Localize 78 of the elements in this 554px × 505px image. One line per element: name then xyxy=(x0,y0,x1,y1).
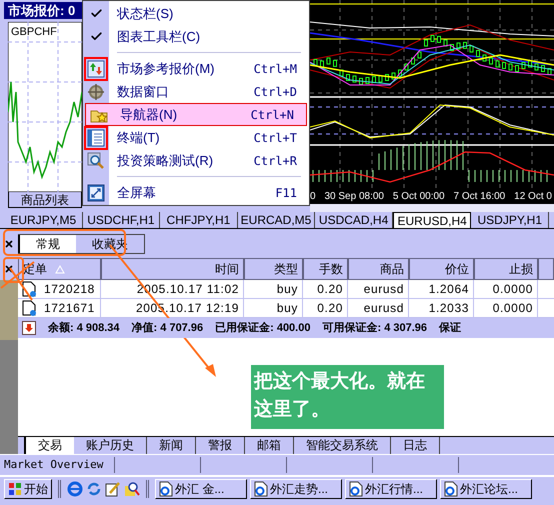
chart-tab[interactable]: USDCHF,H1 xyxy=(82,212,160,228)
close-icon[interactable] xyxy=(4,264,14,274)
menu-item[interactable]: 终端(T) Ctrl+T xyxy=(83,126,309,149)
tab[interactable]: 常规 xyxy=(18,234,76,252)
menu-item[interactable]: 投资策略测试(R) Ctrl+R xyxy=(83,149,309,172)
table-cell-text: 0.20 xyxy=(317,300,343,317)
up-down-arrows-icon xyxy=(87,60,105,78)
document-e-icon xyxy=(444,480,458,496)
tab[interactable]: 交易 xyxy=(24,437,74,454)
balance-summary: 可用保证金: 4 307.96 xyxy=(322,320,428,336)
document-e-icon xyxy=(349,480,363,496)
table-cell-text: 0.0000 xyxy=(492,300,533,317)
column-header[interactable]: 手数 xyxy=(303,258,348,280)
table-cell-text: 1.2033 xyxy=(428,300,469,317)
table-cell-text: 0.0000 xyxy=(492,281,533,298)
time-axis-label: 7 Oct 16:00 xyxy=(454,190,506,204)
balance-summary: 已用保证金: 400.00 xyxy=(215,320,310,336)
menu-item[interactable]: 全屏幕 F11 xyxy=(83,181,309,204)
browser-e-icon[interactable] xyxy=(67,480,83,496)
column-header[interactable]: 类型 xyxy=(244,258,303,280)
windows-flag-icon xyxy=(8,482,22,496)
list-window-icon xyxy=(87,128,105,146)
table-cell-text: 1720218 xyxy=(44,281,95,298)
close-icon[interactable] xyxy=(4,238,14,248)
checkmark-icon xyxy=(90,30,102,43)
menu-item[interactable]: 数据窗口 Ctrl+D xyxy=(83,80,309,103)
balance-summary: 余额: 4 908.34 xyxy=(48,320,120,336)
time-axis-label: 0 xyxy=(310,190,316,204)
balance-summary: 保证 xyxy=(439,320,462,336)
table-cell-text: buy xyxy=(276,281,298,298)
document-e-icon xyxy=(159,480,173,496)
panel-title: 市场报价: 0 xyxy=(4,2,82,19)
search-icon[interactable] xyxy=(124,480,140,496)
chart-tab[interactable]: EURUSD,H4 xyxy=(392,212,472,228)
menu-item[interactable]: 图表工具栏(C) xyxy=(83,25,309,48)
time-axis-label: 5 Oct 00:00 xyxy=(392,190,445,204)
time-axis-label: 12 Oct 0 xyxy=(514,190,552,204)
column-header[interactable] xyxy=(538,258,554,280)
down-arrow-icon xyxy=(22,321,36,335)
taskbar-button[interactable]: 外汇 金... xyxy=(155,478,247,498)
menu-item[interactable]: 市场参考报价(M) Ctrl+M xyxy=(83,57,309,80)
menu-item[interactable]: 状态栏(S) xyxy=(83,2,309,25)
balance-summary: 净值: 4 707.96 xyxy=(132,320,204,336)
table-cell-text: 1721671 xyxy=(44,300,95,317)
taskbar-button[interactable]: 外汇行情... xyxy=(345,478,437,498)
checkmark-icon xyxy=(90,7,102,20)
horizontal-scrollbar[interactable] xyxy=(310,204,554,212)
table-cell-text: buy xyxy=(276,300,298,317)
order-document-icon xyxy=(22,300,36,316)
side-bar-handle[interactable] xyxy=(0,280,18,340)
column-header[interactable]: 商品 xyxy=(348,258,409,280)
document-e-icon xyxy=(254,480,268,496)
taskbar-button[interactable]: 外汇论坛... xyxy=(440,478,532,498)
time-axis-label: 30 Sep 08:00 xyxy=(324,190,384,204)
chart-tab[interactable]: EURCAD,M5 xyxy=(238,212,316,228)
start-button[interactable]: 开始 xyxy=(4,478,52,498)
column-header[interactable]: 时间 xyxy=(101,258,244,280)
table-cell-text: eurusd xyxy=(364,281,404,298)
column-header[interactable]: 价位 xyxy=(409,258,474,280)
taskbar-button[interactable]: 外汇走势... xyxy=(250,478,342,498)
leader-line xyxy=(0,261,35,301)
sort-triangle-icon xyxy=(55,264,65,274)
crosshair-icon xyxy=(87,82,105,100)
table-cell-text: eurusd xyxy=(364,300,404,317)
column-header[interactable]: 止损 xyxy=(474,258,538,280)
table-cell-text: 0.20 xyxy=(317,281,343,298)
symbol-label: GBPCHF xyxy=(11,25,57,40)
chart-tab[interactable]: CHFJPY,H1 xyxy=(160,212,238,228)
fullscreen-icon xyxy=(87,184,105,202)
magnifier-icon xyxy=(87,152,105,170)
status-text: Market Overview xyxy=(0,456,115,474)
panel-tab[interactable]: 商品列表 xyxy=(8,192,82,208)
chart-tab[interactable]: USDJPY,H1 xyxy=(471,212,550,228)
menu-item[interactable]: 导航器(N) Ctrl+N xyxy=(85,103,307,126)
chart-tab[interactable]: EURJPY,M5 xyxy=(5,212,83,228)
notepad-pencil-icon[interactable] xyxy=(105,480,121,496)
annotation-note: 把这个最大化。就在这里了。 xyxy=(251,365,444,429)
table-cell-text: 1.2064 xyxy=(428,281,469,298)
